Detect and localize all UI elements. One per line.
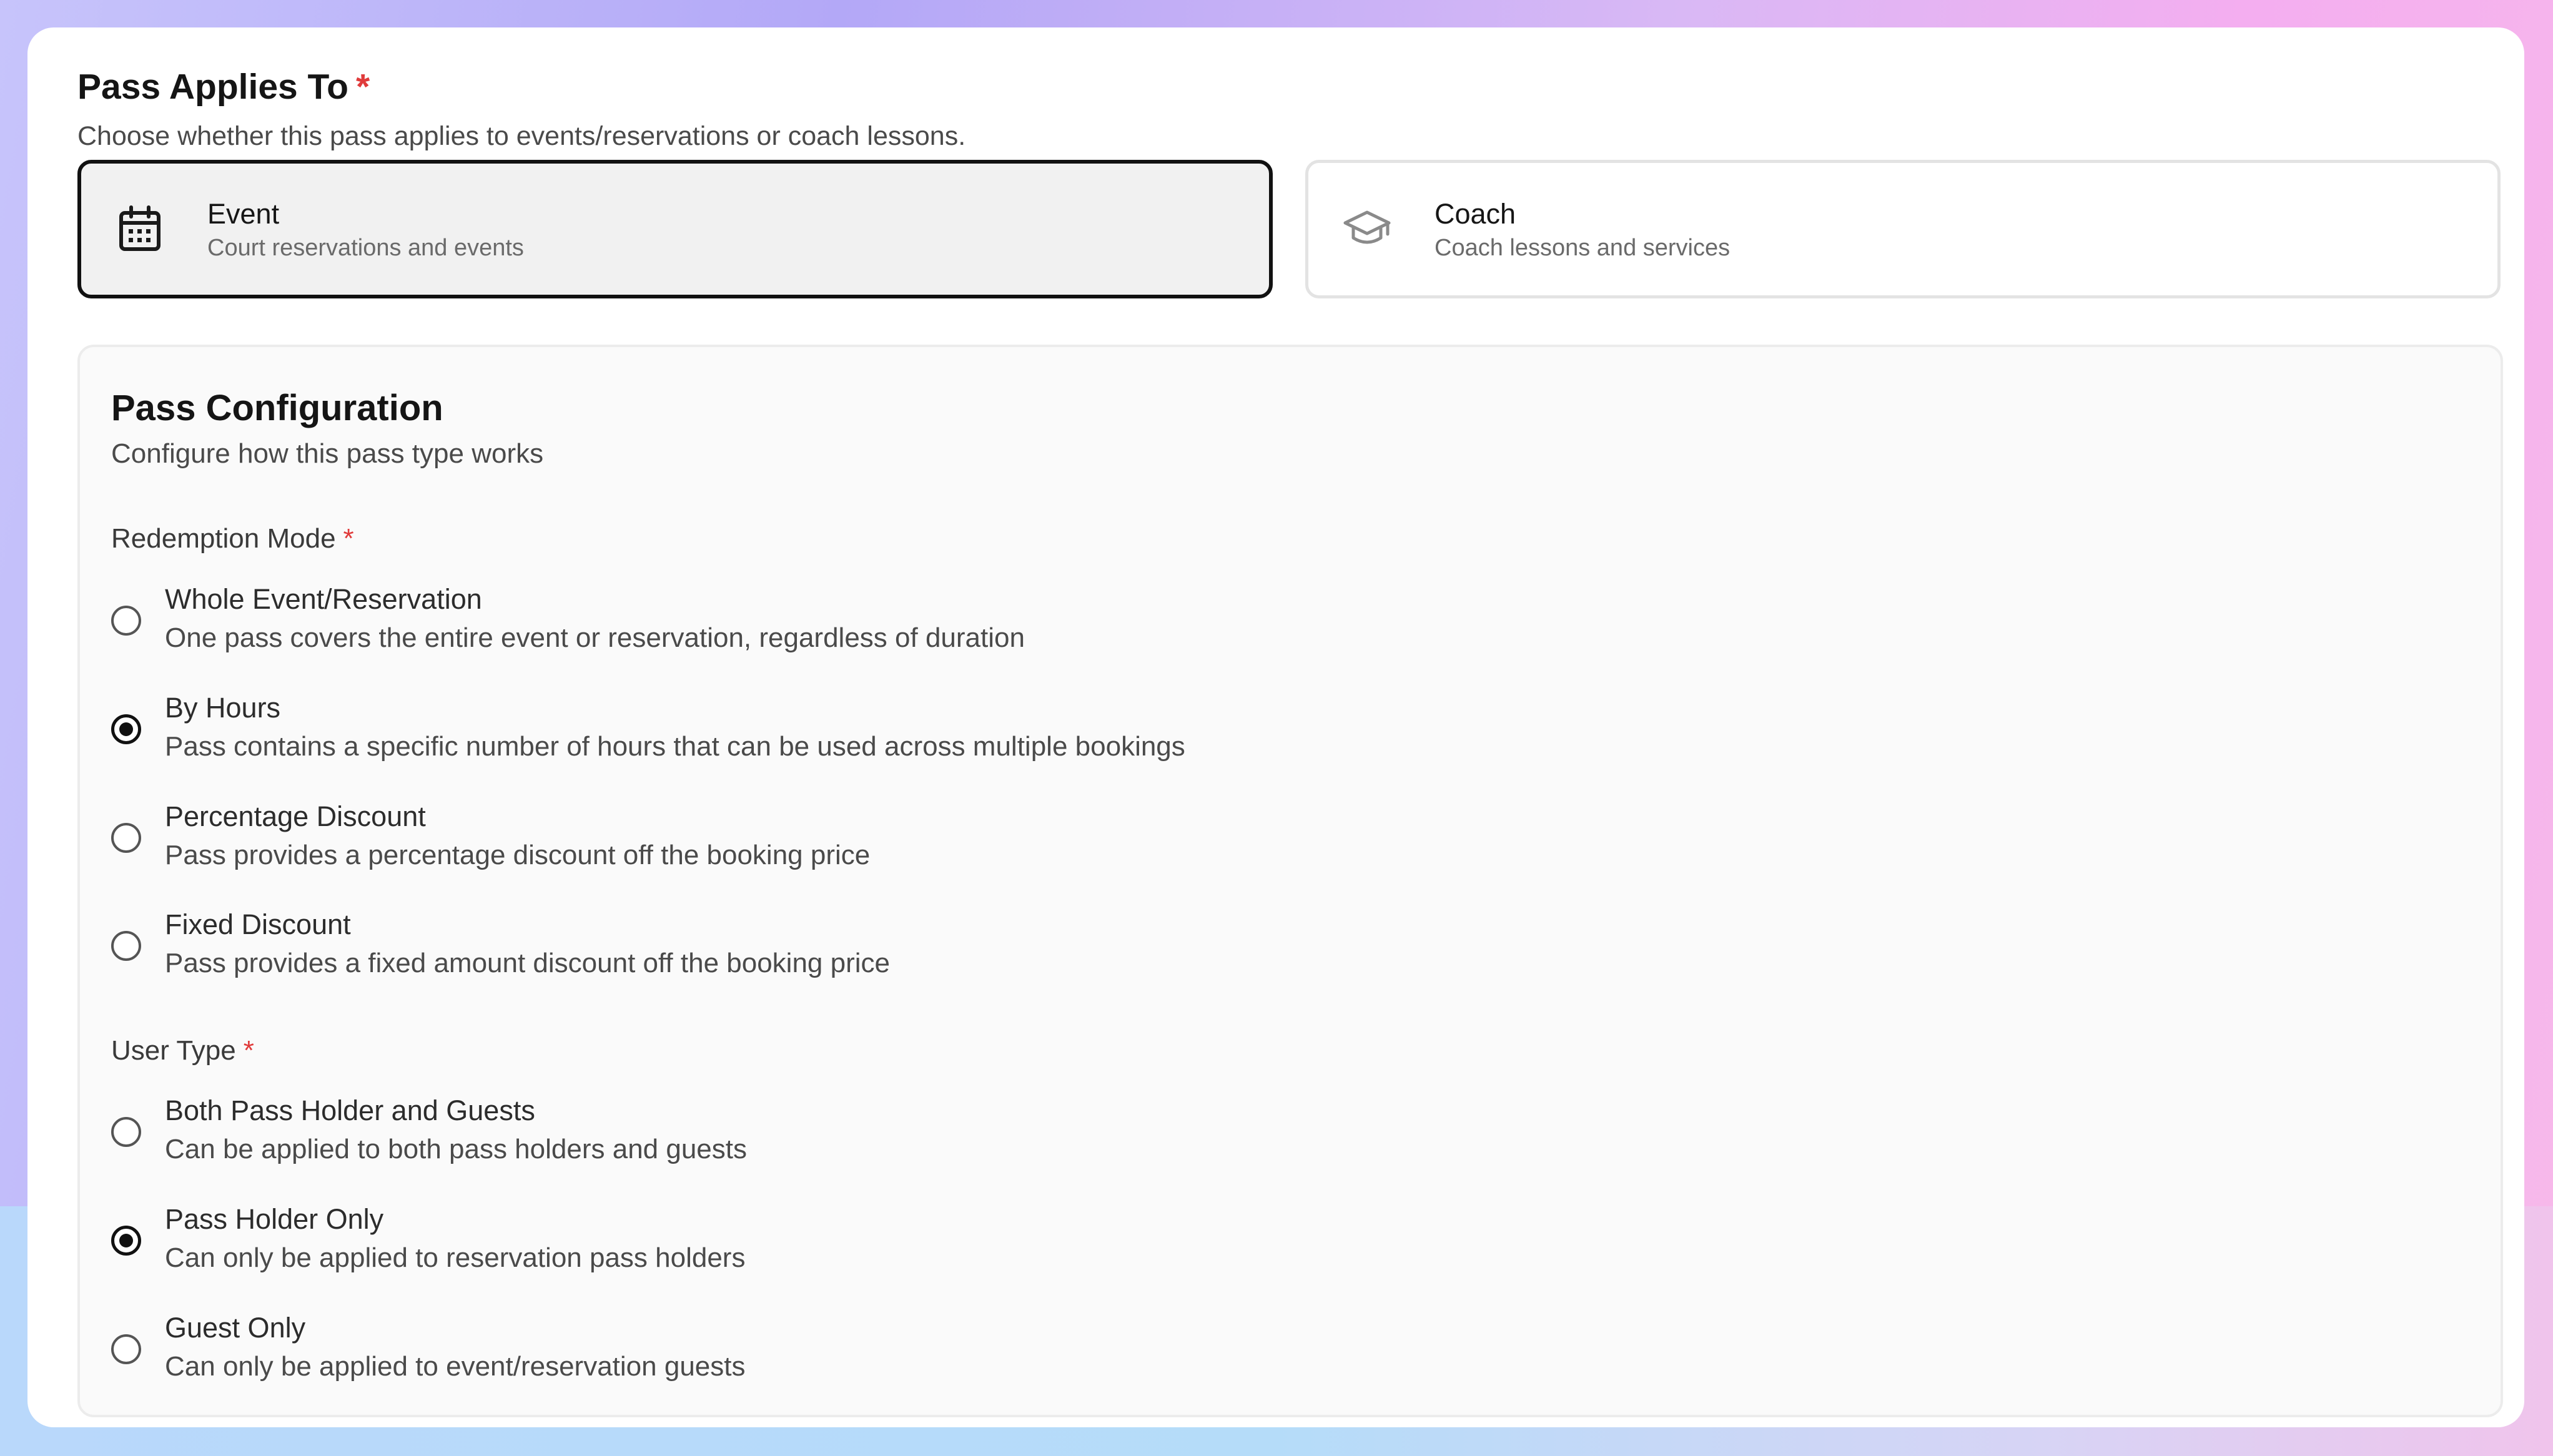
radio-description: Can only be applied to reservation pass … [165, 1242, 746, 1273]
required-asterisk: * [355, 67, 370, 107]
radio-option-whole-event[interactable]: Whole Event/Reservation One pass covers … [111, 583, 1610, 664]
radio-button[interactable] [111, 931, 141, 961]
radio-title: By Hours [165, 692, 281, 724]
option-title: Coach [1435, 197, 1516, 230]
radio-description: Pass provides a fixed amount discount of… [165, 948, 890, 978]
radio-option-fixed-discount[interactable]: Fixed Discount Pass provides a fixed amo… [111, 908, 1610, 990]
radio-option-pass-holder-only[interactable]: Pass Holder Only Can only be applied to … [111, 1203, 1610, 1284]
radio-button-selected[interactable] [111, 1226, 141, 1256]
radio-description: One pass covers the entire event or rese… [165, 622, 1025, 653]
radio-title: Both Pass Holder and Guests [165, 1094, 535, 1126]
radio-title: Pass Holder Only [165, 1203, 384, 1235]
radio-description: Can be applied to both pass holders and … [165, 1134, 747, 1164]
required-asterisk: * [343, 523, 354, 554]
section-subtitle: Choose whether this pass applies to even… [77, 121, 966, 151]
radio-option-percentage-discount[interactable]: Percentage Discount Pass provides a perc… [111, 800, 1610, 882]
radio-button[interactable] [111, 1117, 141, 1147]
required-asterisk: * [243, 1035, 254, 1066]
radio-description: Pass contains a specific number of hours… [165, 731, 1185, 762]
radio-title: Guest Only [165, 1312, 306, 1344]
radio-button[interactable] [111, 823, 141, 853]
config-subtitle: Configure how this pass type works [111, 438, 544, 469]
graduation-cap-icon [1340, 202, 1395, 257]
applies-option-coach[interactable]: Coach Coach lessons and services [1305, 160, 2501, 298]
option-description: Coach lessons and services [1435, 234, 1731, 261]
calendar-icon [112, 202, 167, 257]
radio-option-guest-only[interactable]: Guest Only Can only be applied to event/… [111, 1312, 1610, 1393]
section-title: Pass Applies To * [77, 67, 370, 107]
radio-option-both[interactable]: Both Pass Holder and Guests Can be appli… [111, 1094, 1610, 1176]
radio-title: Fixed Discount [165, 908, 351, 940]
redemption-mode-label: Redemption Mode * [111, 523, 354, 554]
radio-option-by-hours[interactable]: By Hours Pass contains a specific number… [111, 692, 1610, 773]
config-title: Pass Configuration [111, 388, 443, 428]
pass-configuration-panel: Pass Configuration Configure how this pa… [77, 345, 2503, 1417]
radio-description: Pass provides a percentage discount off … [165, 840, 871, 870]
option-title: Event [207, 197, 280, 230]
radio-title: Percentage Discount [165, 800, 426, 832]
radio-button[interactable] [111, 1334, 141, 1364]
option-description: Court reservations and events [207, 234, 524, 261]
applies-option-event[interactable]: Event Court reservations and events [77, 160, 1273, 298]
radio-button-selected[interactable] [111, 714, 141, 744]
form-card: Pass Applies To * Choose whether this pas… [27, 27, 2524, 1427]
radio-description: Can only be applied to event/reservation… [165, 1351, 746, 1382]
user-type-label: User Type * [111, 1035, 254, 1066]
radio-button[interactable] [111, 606, 141, 636]
radio-title: Whole Event/Reservation [165, 583, 482, 615]
